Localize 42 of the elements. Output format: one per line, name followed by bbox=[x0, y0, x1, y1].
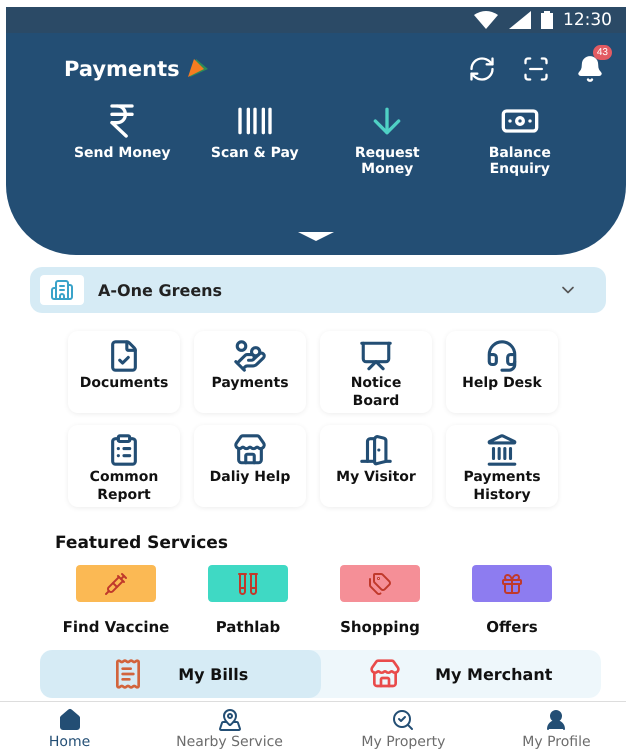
hand-cash-icon bbox=[233, 339, 267, 373]
map-pin-icon bbox=[218, 708, 242, 732]
service-tile[interactable]: Payments bbox=[194, 331, 306, 413]
featured-service[interactable]: Shopping bbox=[314, 565, 446, 636]
section-title: Featured Services bbox=[54, 532, 229, 553]
nav-item[interactable]: My Property bbox=[320, 702, 487, 751]
notification-badge: 43 bbox=[592, 45, 612, 60]
service-tile[interactable]: Documents bbox=[68, 331, 180, 413]
notification-button[interactable]: 43 bbox=[576, 45, 612, 83]
featured-service[interactable]: Offers bbox=[446, 565, 578, 636]
service-tile[interactable]: Payments History bbox=[446, 425, 558, 507]
tab[interactable]: My Merchant bbox=[320, 650, 601, 698]
bank-icon bbox=[485, 433, 519, 467]
payment-action-button[interactable]: Request Money bbox=[332, 101, 442, 177]
service-tile[interactable]: Daliy Help bbox=[194, 425, 306, 507]
notice-board-icon bbox=[359, 339, 393, 373]
featured-service[interactable]: Find Vaccine bbox=[50, 565, 182, 636]
scan-button[interactable] bbox=[522, 55, 550, 83]
payment-action-button[interactable]: Scan & Pay bbox=[210, 101, 299, 177]
service-tile[interactable]: My Visitor bbox=[320, 425, 432, 507]
payment-action-button[interactable]: Balance Enquiry bbox=[464, 101, 575, 177]
property-selector[interactable]: A-One Greens bbox=[30, 267, 606, 313]
home-icon bbox=[58, 708, 82, 732]
service-tile[interactable]: Help Desk bbox=[446, 331, 558, 413]
service-tile[interactable]: Notice Board bbox=[320, 331, 432, 413]
expand-caret-icon[interactable] bbox=[298, 232, 334, 241]
logo-icon bbox=[188, 59, 208, 79]
store-icon bbox=[369, 658, 402, 690]
nav-item[interactable]: Home bbox=[0, 702, 140, 751]
signal-icon bbox=[509, 11, 531, 29]
header-title: Payments bbox=[64, 57, 180, 81]
battery-icon bbox=[541, 11, 553, 29]
refresh-button[interactable] bbox=[468, 55, 496, 83]
tab[interactable]: My Bills bbox=[40, 650, 320, 698]
featured-service[interactable]: Pathlab bbox=[182, 565, 314, 636]
building-icon bbox=[40, 275, 84, 305]
nav-item[interactable]: My Profile bbox=[486, 702, 626, 751]
service-tile[interactable]: Common Report bbox=[68, 425, 180, 507]
wifi-icon bbox=[473, 11, 499, 29]
nav-item[interactable]: Nearby Service bbox=[139, 702, 320, 751]
status-time: 12:30 bbox=[563, 10, 612, 30]
payment-action-button[interactable]: Send Money bbox=[74, 101, 171, 177]
